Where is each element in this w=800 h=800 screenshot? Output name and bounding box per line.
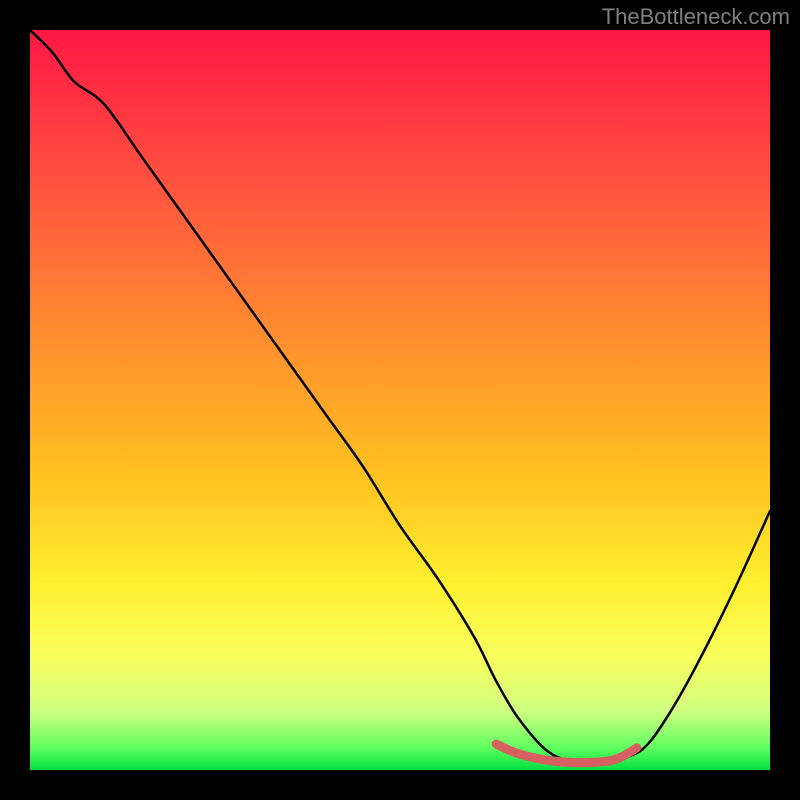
plot-area xyxy=(30,30,770,770)
bottleneck-curve-path xyxy=(30,30,770,764)
curve-layer xyxy=(30,30,770,770)
bottleneck-chart: TheBottleneck.com xyxy=(0,0,800,800)
optimal-zone-path xyxy=(496,744,637,763)
watermark-text: TheBottleneck.com xyxy=(602,4,790,30)
